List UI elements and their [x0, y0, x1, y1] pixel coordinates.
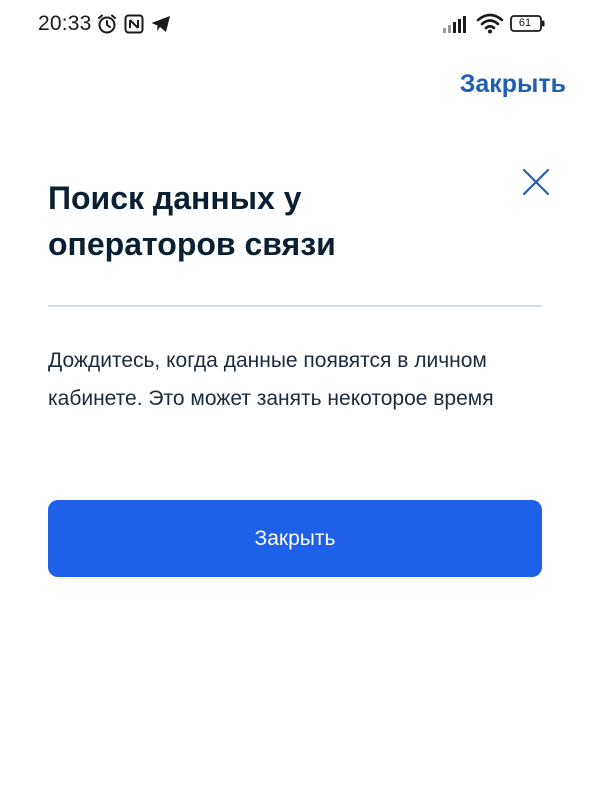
modal-message: Дождитесь, когда данные появятся в лично…: [48, 349, 494, 410]
signal-icon: [442, 14, 468, 39]
close-button[interactable]: Закрыть: [48, 500, 542, 577]
divider: [48, 305, 542, 307]
battery-icon: 61: [510, 15, 546, 33]
telegram-icon: [150, 14, 172, 39]
nfc-icon: [124, 14, 144, 39]
status-bar: 20:33 61: [0, 0, 591, 50]
close-button-label: Закрыть: [254, 526, 336, 550]
close-icon[interactable]: [517, 163, 555, 201]
alarm-icon: [96, 13, 118, 40]
wifi-icon: [476, 12, 504, 39]
top-close-link[interactable]: Закрыть: [460, 70, 566, 99]
modal-title: Поиск данных у операторов связи: [48, 180, 336, 262]
status-time: 20:33: [38, 12, 92, 35]
battery-level: 61: [518, 17, 532, 29]
